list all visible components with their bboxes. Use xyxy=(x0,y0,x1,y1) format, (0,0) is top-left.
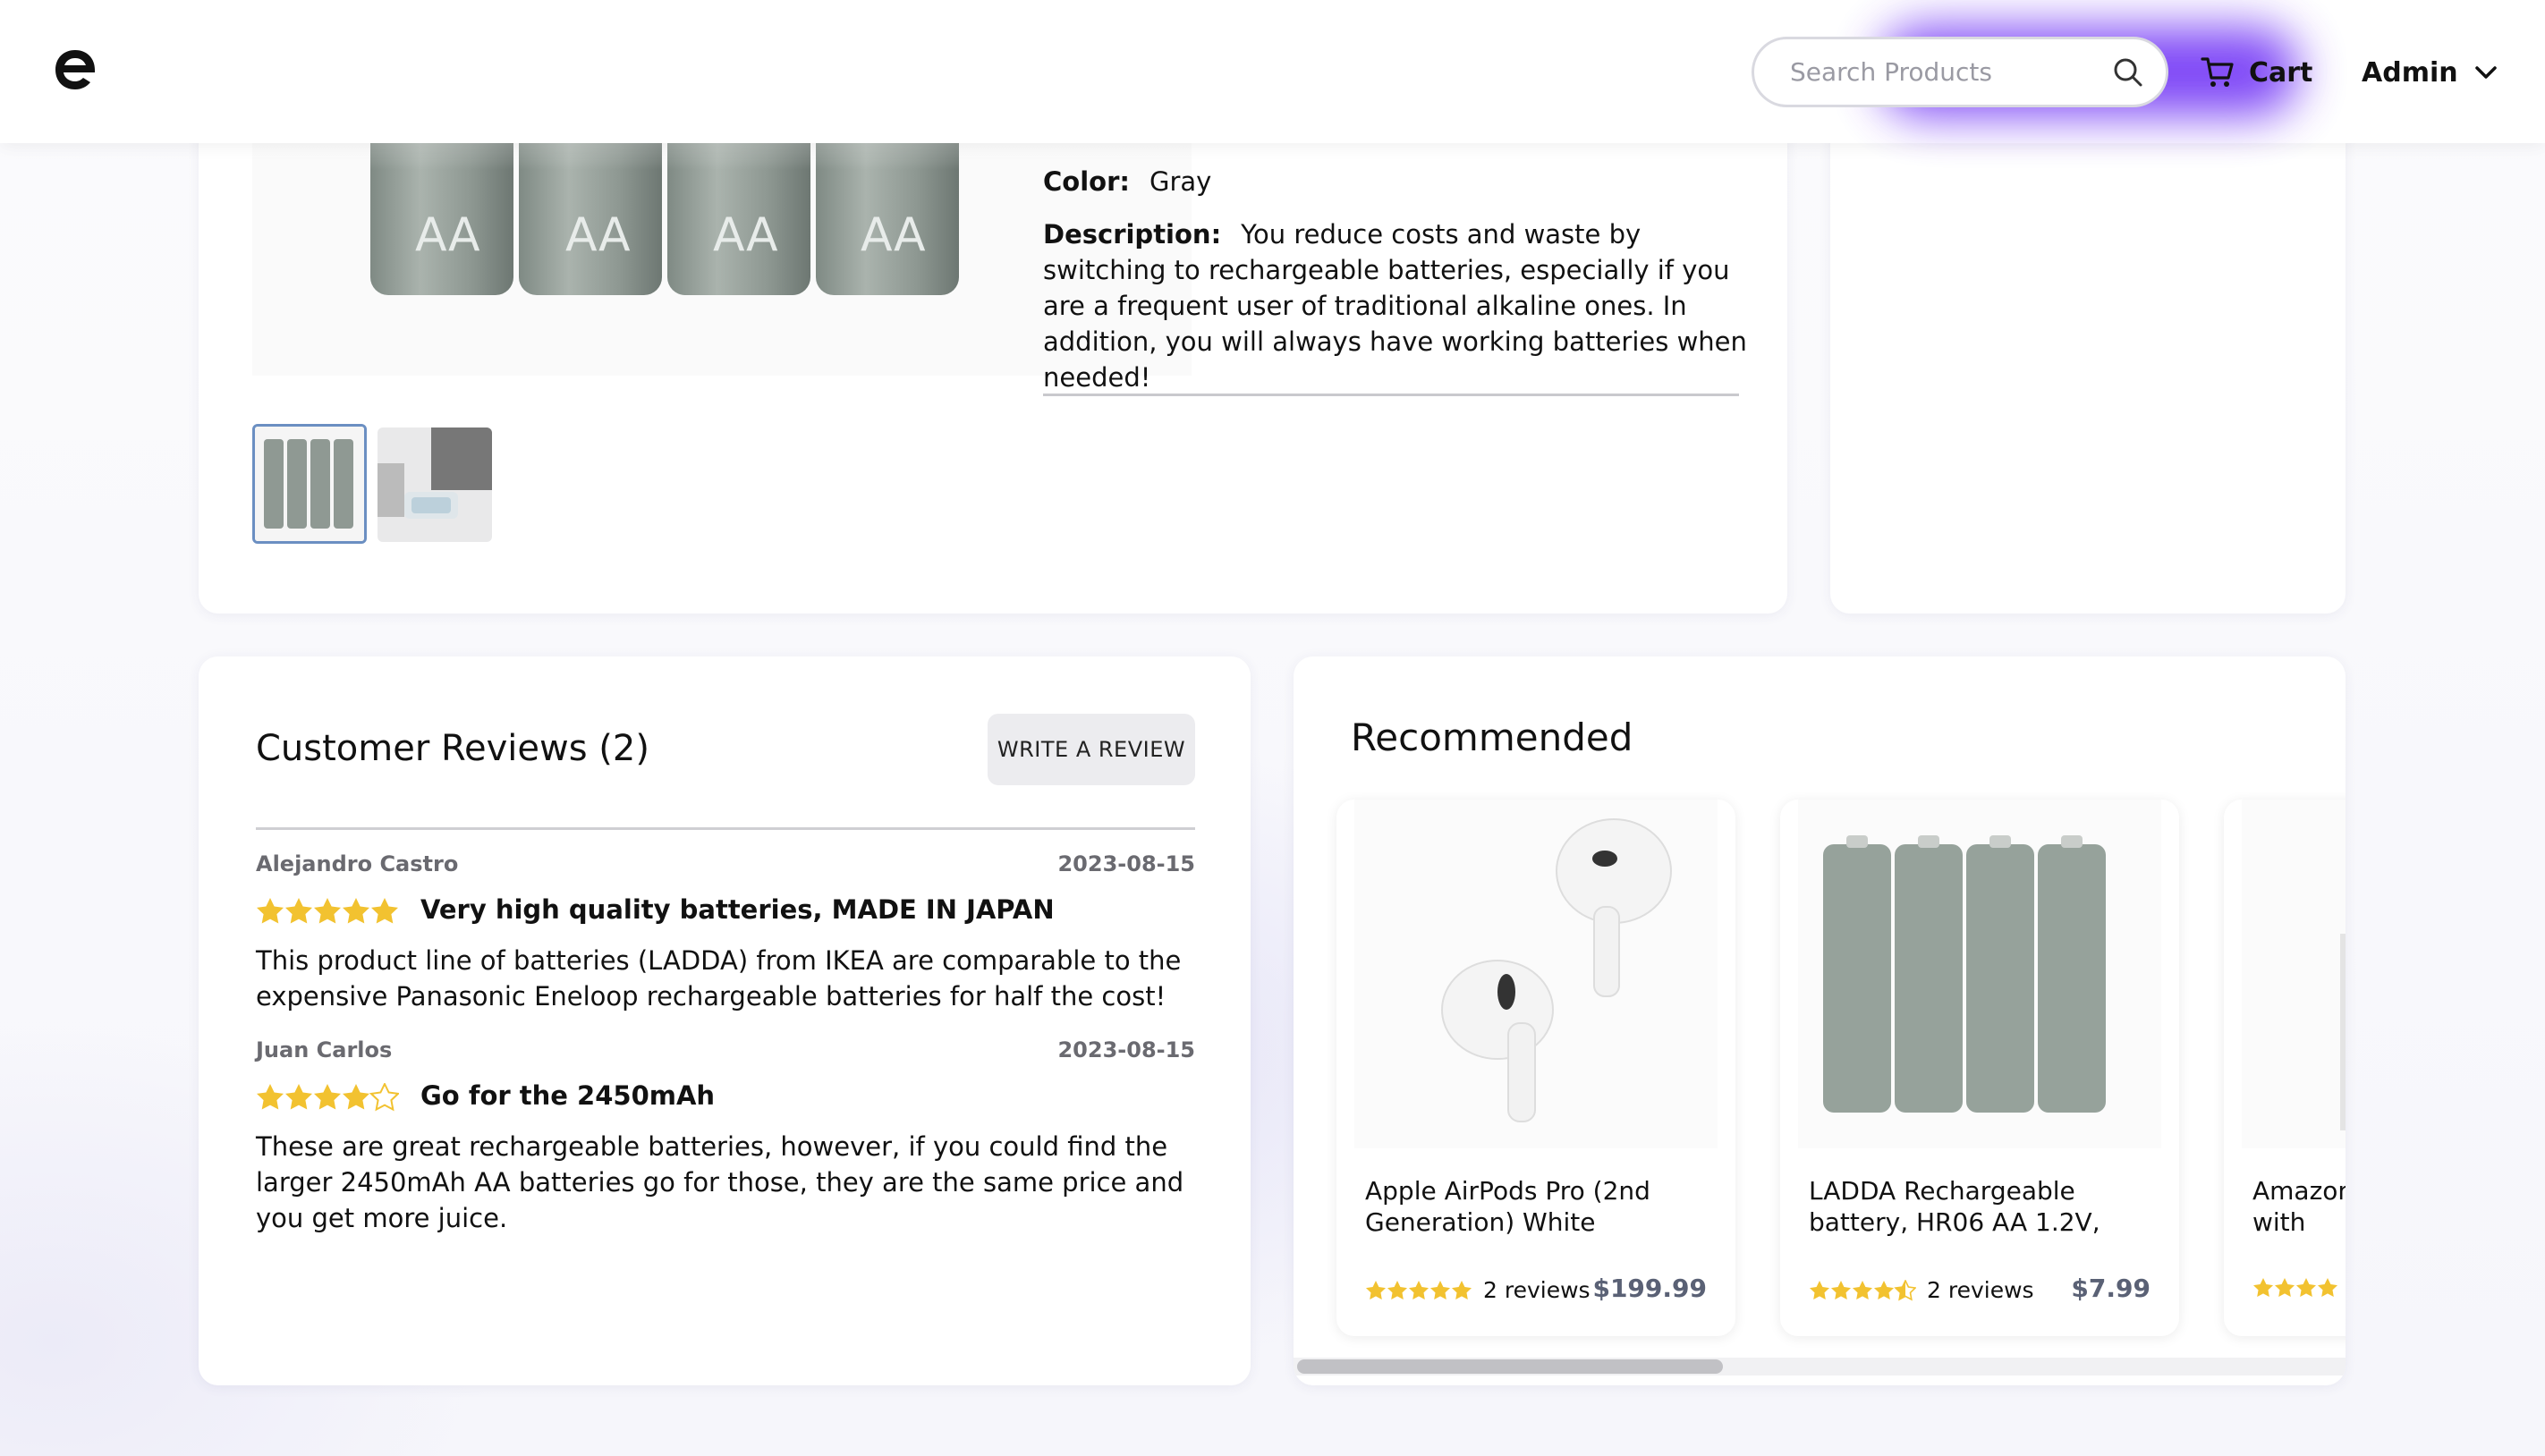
recommended-card: Recommended Apple AirPods Pro (2nd Gener… xyxy=(1294,656,2346,1385)
review-date: 2023-08-15 xyxy=(1057,851,1195,876)
scrollbar-thumb[interactable] xyxy=(1297,1359,1723,1374)
product-price: $199.99 xyxy=(1592,1274,1707,1303)
product-name: LADDA Rechargeable battery, HR06 AA 1.2V… xyxy=(1809,1176,2100,1237)
color-value: Gray xyxy=(1149,166,1212,197)
battery-text: AA xyxy=(713,208,778,262)
recommended-title: Recommended xyxy=(1351,715,1633,759)
review-body: This product line of batteries (LADDA) f… xyxy=(256,945,1182,1012)
product-name: Apple AirPods Pro (2nd Generation) White xyxy=(1365,1176,1650,1237)
product-image xyxy=(1354,800,1718,1148)
star-rating-icon xyxy=(1366,1280,1472,1299)
review-stars xyxy=(256,897,399,926)
review-date: 2023-08-15 xyxy=(1057,1037,1195,1062)
product-price: $7.99 xyxy=(2071,1274,2151,1303)
customer-reviews-card: Customer Reviews (2) WRITE A REVIEW Alej… xyxy=(199,656,1251,1385)
product-rating: 2 reviews xyxy=(1809,1277,2034,1303)
product-image xyxy=(1798,800,2161,1148)
recommended-product-card[interactable]: Apple AirPods Pro (2nd Generation) White… xyxy=(1336,800,1735,1336)
star-rating-icon xyxy=(257,1083,399,1112)
product-rating xyxy=(2252,1277,2346,1299)
color-label: Color: xyxy=(1043,166,1130,197)
battery-text: AA xyxy=(565,208,631,262)
search-icon[interactable] xyxy=(2112,56,2144,89)
description-row: Description: You reduce costs and waste b… xyxy=(1043,216,1750,395)
admin-label: Admin xyxy=(2362,56,2458,89)
review-count: 2 reviews xyxy=(1483,1277,1591,1303)
product-rating: 2 reviews xyxy=(1365,1277,1591,1303)
review-stars xyxy=(256,1083,399,1112)
chevron-down-icon xyxy=(2474,66,2497,79)
top-nav: Cart Admin xyxy=(0,0,2545,143)
recommended-product-card[interactable]: Amazon Echo Dot 5th Gen with xyxy=(2224,800,2346,1336)
cart-button[interactable]: Cart xyxy=(2201,50,2312,95)
battery-text: AA xyxy=(415,208,480,262)
divider xyxy=(256,827,1195,830)
review-author: Juan Carlos xyxy=(256,1037,393,1062)
cart-label: Cart xyxy=(2249,56,2313,89)
thumbnail-1[interactable] xyxy=(252,424,367,544)
search-bar[interactable] xyxy=(1752,37,2168,107)
product-image xyxy=(2242,800,2346,1148)
review-count: 2 reviews xyxy=(1927,1277,2034,1303)
star-rating-icon xyxy=(1810,1279,1916,1300)
recommended-product-card[interactable]: LADDA Rechargeable battery, HR06 AA 1.2V… xyxy=(1780,800,2179,1336)
star-rating-icon xyxy=(257,898,398,924)
review-title: Very high quality batteries, MADE IN JAP… xyxy=(420,894,1055,925)
description-label: Description: xyxy=(1043,219,1222,250)
thumbnail-2[interactable] xyxy=(378,427,492,542)
review-title: Go for the 2450mAh xyxy=(420,1080,716,1111)
search-input[interactable] xyxy=(1790,57,2112,87)
write-review-button[interactable]: WRITE A REVIEW xyxy=(988,714,1195,785)
product-name: Amazon Echo Dot 5th Gen with xyxy=(2252,1176,2346,1237)
battery-text: AA xyxy=(861,208,926,262)
cart-icon xyxy=(2201,57,2234,87)
reviews-title: Customer Reviews (2) xyxy=(256,728,649,769)
review-author: Alejandro Castro xyxy=(256,851,459,876)
review-body: These are great rechargeable batteries, … xyxy=(256,1131,1184,1233)
divider xyxy=(1043,394,1739,396)
admin-menu-button[interactable]: Admin xyxy=(2362,50,2498,95)
star-rating-icon xyxy=(2253,1278,2337,1297)
logo-icon[interactable] xyxy=(52,47,98,93)
color-row: Color: Gray xyxy=(1043,164,1211,199)
